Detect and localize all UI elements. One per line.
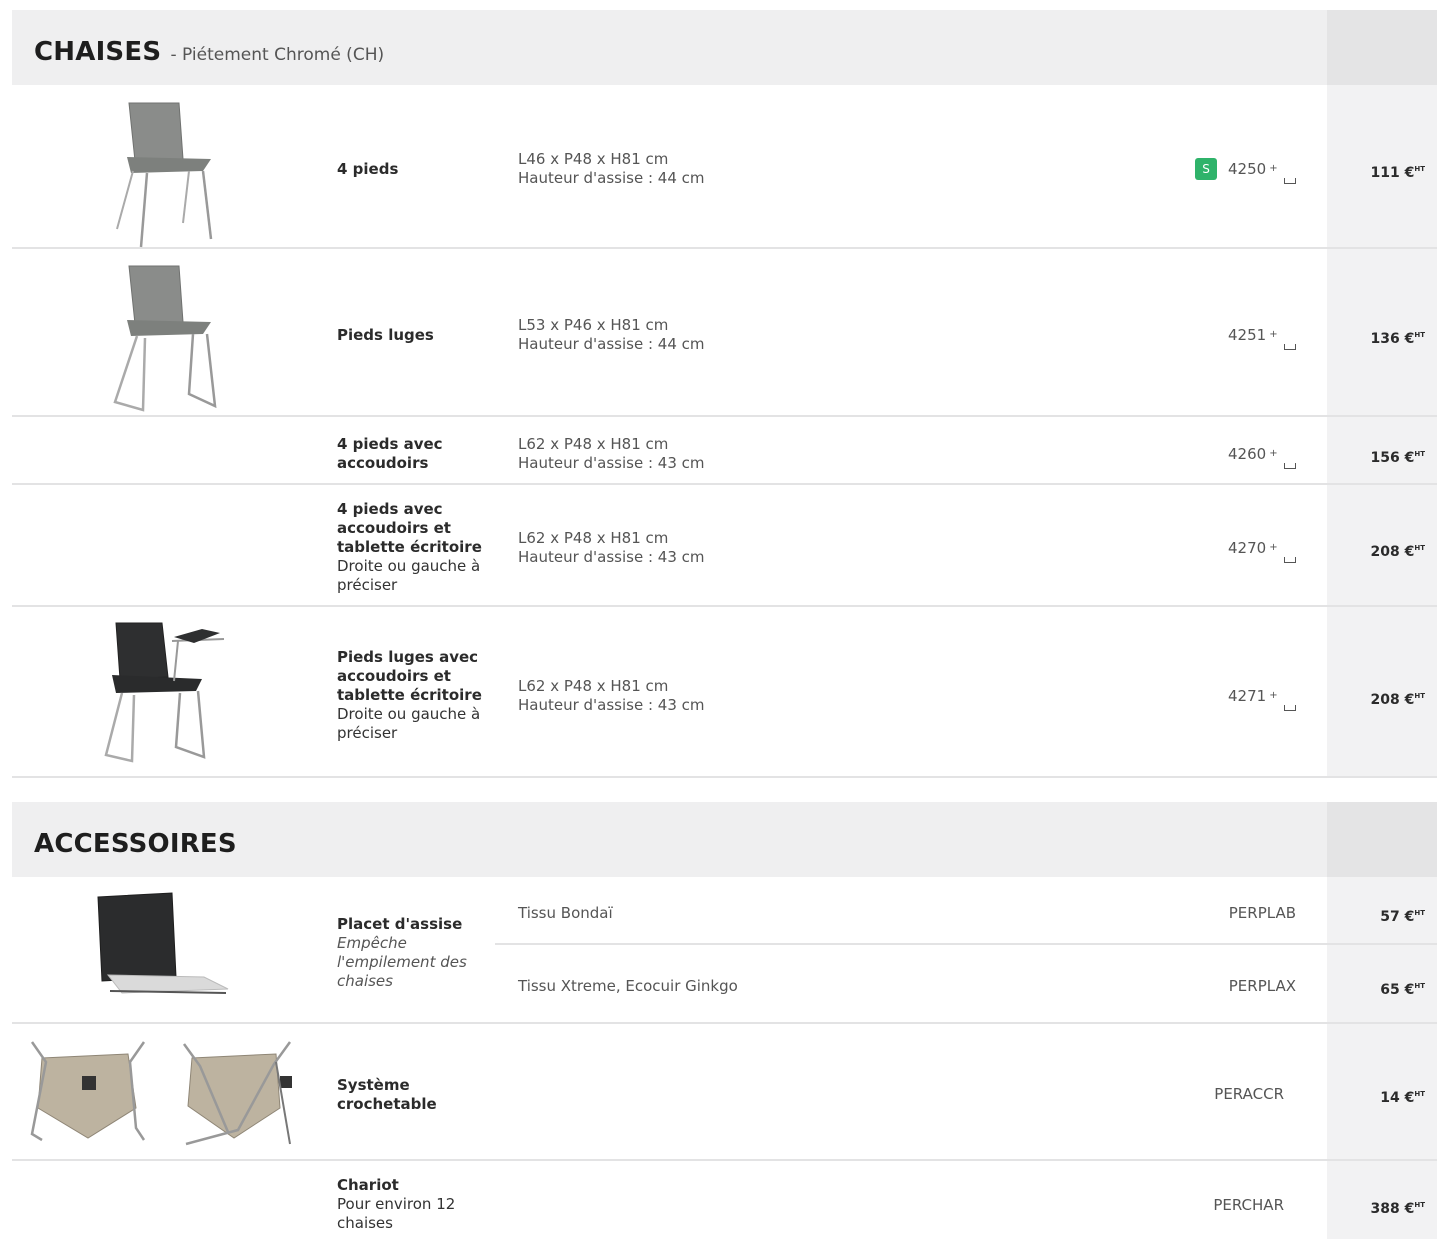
- product-name: Système crochetable: [337, 1076, 437, 1113]
- chaises-section: CHAISES - Piétement Chromé (CH) 4 pieds …: [12, 10, 1437, 780]
- product-row: 4 pieds L46 x P48 x H81 cm Hauteur d'ass…: [12, 85, 1437, 249]
- product-price: 111 €HT: [1370, 165, 1425, 181]
- accessoires-header: ACCESSOIRES: [12, 802, 1437, 877]
- chair-sled-armrest-tablet-image: [104, 622, 225, 763]
- product-row: Chariot Pour environ 12 chaises PERCHAR …: [12, 1161, 1437, 1239]
- product-row: 4 pieds avec accoudoirs et tablette écri…: [12, 485, 1437, 607]
- seat-height-line: Hauteur d'assise : 43 cm: [518, 696, 705, 714]
- seat-pad-chair-image: [97, 892, 229, 994]
- product-price: 208 €HT: [1370, 692, 1425, 708]
- dimensions-line: L46 x P48 x H81 cm: [518, 150, 669, 168]
- price-column-band: [1327, 10, 1437, 85]
- product-note: Pour environ 12 chaises: [337, 1195, 456, 1232]
- chair-sled-legs-image: [113, 265, 217, 412]
- accessoires-section: ACCESSOIRES Placet d'assise Empêche l'em…: [12, 802, 1437, 1239]
- variant-label: Tissu Xtreme, Ecocuir Ginkgo: [518, 977, 738, 995]
- product-name: Chariot Pour environ 12 chaises: [337, 1176, 456, 1232]
- product-ref: PERPLAX: [1228, 977, 1296, 995]
- product-row: Placet d'assise Empêche l'empilement des…: [12, 877, 1437, 1024]
- product-row: Pieds luges avec accoudoirs et tablette …: [12, 607, 1437, 778]
- price-column-band: [1327, 802, 1437, 877]
- product-ref: PERCHAR: [1213, 1196, 1284, 1214]
- stackable-icon: [1284, 344, 1296, 350]
- hook-system-image-1: [30, 1041, 146, 1142]
- seat-height-line: Hauteur d'assise : 44 cm: [518, 169, 705, 187]
- product-name: Placet d'assise Empêche l'empilement des…: [337, 915, 467, 990]
- stackable-icon: [1284, 463, 1296, 469]
- seat-height-line: Hauteur d'assise : 43 cm: [518, 548, 705, 566]
- product-note: Empêche l'empilement des chaises: [337, 934, 467, 990]
- product-name: 4 pieds avec accoudoirs et tablette écri…: [337, 500, 482, 594]
- product-price: 65 €HT: [1380, 982, 1425, 998]
- product-row: 4 pieds avec accoudoirs L62 x P48 x H81 …: [12, 417, 1437, 485]
- product-dimensions: L62 x P48 x H81 cm Hauteur d'assise : 43…: [518, 529, 705, 567]
- product-price: 156 €HT: [1370, 450, 1425, 466]
- product-row: Pieds luges L53 x P46 x H81 cm Hauteur d…: [12, 249, 1437, 417]
- product-ref: 4251 +: [1228, 326, 1278, 344]
- product-ref: PERACCR: [1214, 1085, 1284, 1103]
- product-note: Droite ou gauche à préciser: [337, 705, 481, 742]
- product-price: 57 €HT: [1380, 909, 1425, 925]
- product-price: 388 €HT: [1370, 1201, 1425, 1217]
- product-ref: 4260 +: [1228, 445, 1278, 463]
- section-title: CHAISES - Piétement Chromé (CH): [34, 37, 385, 67]
- dimensions-line: L62 x P48 x H81 cm: [518, 677, 669, 695]
- product-name: Pieds luges: [337, 326, 434, 344]
- section-subtitle: - Piétement Chromé (CH): [170, 45, 385, 65]
- product-ref: 4250 +: [1228, 160, 1278, 178]
- stackable-icon: [1284, 178, 1296, 184]
- product-price: 136 €HT: [1370, 331, 1425, 347]
- product-ref: 4270 +: [1228, 539, 1278, 557]
- product-name: Pieds luges avec accoudoirs et tablette …: [337, 648, 482, 742]
- product-dimensions: L62 x P48 x H81 cm Hauteur d'assise : 43…: [518, 435, 705, 473]
- product-dimensions: L53 x P46 x H81 cm Hauteur d'assise : 44…: [518, 316, 705, 354]
- chaises-header: CHAISES - Piétement Chromé (CH): [12, 10, 1437, 85]
- stock-badge: S: [1195, 158, 1217, 180]
- product-name: 4 pieds: [337, 160, 399, 178]
- seat-height-line: Hauteur d'assise : 44 cm: [518, 335, 705, 353]
- dimensions-line: L62 x P48 x H81 cm: [518, 435, 669, 453]
- dimensions-line: L53 x P46 x H81 cm: [518, 316, 669, 334]
- seat-height-line: Hauteur d'assise : 43 cm: [518, 454, 705, 472]
- product-price: 14 €HT: [1380, 1090, 1425, 1106]
- product-price: 208 €HT: [1370, 544, 1425, 560]
- stackable-icon: [1284, 557, 1296, 563]
- product-dimensions: L46 x P48 x H81 cm Hauteur d'assise : 44…: [518, 150, 705, 188]
- product-row: Système crochetable PERACCR 14 €HT: [12, 1024, 1437, 1161]
- product-ref: 4271 +: [1228, 687, 1278, 705]
- product-note: Droite ou gauche à préciser: [337, 557, 481, 594]
- variant-label: Tissu Bondaï: [518, 904, 613, 922]
- chair-4-legs-image: [116, 102, 213, 248]
- product-dimensions: L62 x P48 x H81 cm Hauteur d'assise : 43…: [518, 677, 705, 715]
- variant-separator: [495, 943, 1437, 945]
- dimensions-line: L62 x P48 x H81 cm: [518, 529, 669, 547]
- section-title: ACCESSOIRES: [34, 829, 237, 859]
- product-name: 4 pieds avec accoudoirs: [337, 435, 443, 472]
- stackable-icon: [1284, 705, 1296, 711]
- product-ref: PERPLAB: [1228, 904, 1296, 922]
- hook-system-image-2: [182, 1041, 292, 1146]
